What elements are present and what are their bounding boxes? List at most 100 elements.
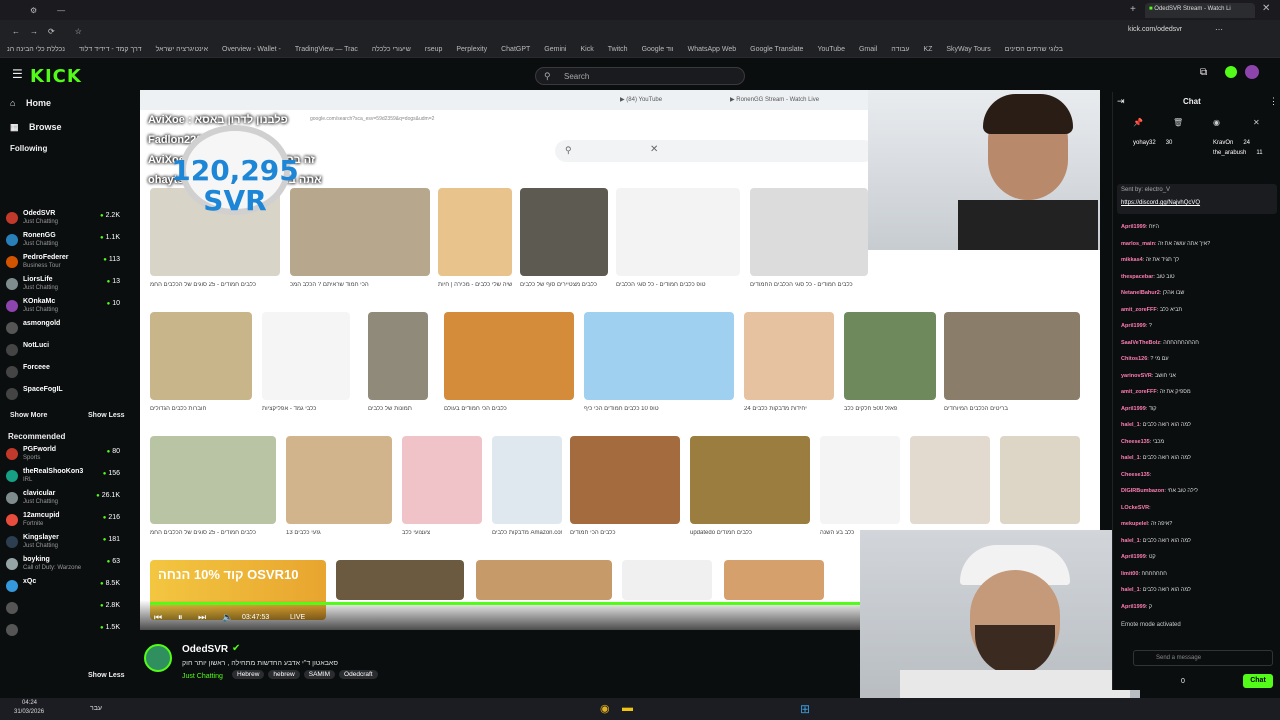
sidebar-channel[interactable]: Forceee xyxy=(6,364,124,386)
stream-tag[interactable]: hebrew xyxy=(268,670,300,679)
stream-tag[interactable]: Hebrew xyxy=(232,670,265,679)
bookmark-item[interactable]: Gemini xyxy=(544,46,566,53)
search-input[interactable]: ⚲ Search xyxy=(535,67,745,85)
sidebar-channel[interactable]: theRealShooKon3 IRL 156 xyxy=(6,468,124,490)
address-bar[interactable]: kick.com/odedsvr xyxy=(1128,26,1182,33)
bookmark-item[interactable]: Twitch xyxy=(608,46,628,53)
image-result[interactable] xyxy=(820,436,900,524)
pin-icon[interactable]: 📌 xyxy=(1133,118,1143,127)
reload-icon[interactable]: ⟳ xyxy=(48,27,55,36)
close-window-icon[interactable]: — xyxy=(57,6,65,15)
bookmark-item[interactable]: נכללת כלי הבינה הנ xyxy=(7,46,65,53)
chat-username[interactable]: amit_zoreFFF xyxy=(1121,307,1157,313)
bookmark-item[interactable]: עבודה xyxy=(891,46,909,53)
image-result[interactable] xyxy=(492,436,562,524)
sidebar-channel[interactable]: 12amcupid Fortnite 216 xyxy=(6,512,124,534)
chat-username[interactable]: LOckeSVR xyxy=(1121,505,1149,511)
image-result[interactable] xyxy=(438,188,512,276)
bookmark-item[interactable]: Google ווד xyxy=(642,46,674,53)
browser-menu-icon[interactable]: ⚙ xyxy=(30,6,37,15)
image-result[interactable] xyxy=(368,312,428,400)
bookmark-item[interactable]: Gmail xyxy=(859,46,877,53)
image-result[interactable] xyxy=(520,188,608,276)
chat-username[interactable]: Cheese135 xyxy=(1121,439,1150,445)
chat-username[interactable]: mikkas4 xyxy=(1121,257,1143,263)
sidebar-item-home[interactable]: ⌂ Home xyxy=(10,98,51,108)
image-result[interactable] xyxy=(750,188,868,276)
show-more-button[interactable]: Show More xyxy=(10,412,47,419)
bookmark-item[interactable]: Overview - Wallet - xyxy=(222,46,281,53)
bookmark-item[interactable]: דרך קמד - דידיד דלוד xyxy=(79,46,142,53)
chat-username[interactable]: halel_1 xyxy=(1121,538,1140,544)
sidebar-channel[interactable]: NotLuci xyxy=(6,342,124,364)
streamer-name[interactable]: OdedSVR xyxy=(182,644,228,655)
kick-logo[interactable]: KICK xyxy=(30,66,82,87)
bookmark-item[interactable]: אינטיגרציה ישראל xyxy=(156,46,208,53)
sidebar-channel[interactable]: PedroFederer Business Tour 113 xyxy=(6,254,124,276)
pinned-link[interactable]: https://discord.gg/NajvhQcVQ xyxy=(1121,200,1200,206)
image-result[interactable] xyxy=(336,560,464,600)
image-result[interactable] xyxy=(476,560,612,600)
image-result[interactable] xyxy=(616,188,740,276)
sidebar-channel[interactable]: boyking Call of Duty: Warzone 63 xyxy=(6,556,124,578)
chat-username[interactable]: marlos_main xyxy=(1121,241,1155,247)
image-result[interactable] xyxy=(690,436,810,524)
progress-bar[interactable] xyxy=(150,602,940,605)
collapse-chat-icon[interactable]: ⇥ xyxy=(1117,96,1125,107)
chat-username[interactable]: April1999 xyxy=(1121,604,1146,610)
sidebar-channel[interactable]: LiorsLife Just Chatting 13 xyxy=(6,276,124,298)
new-tab-icon[interactable]: + xyxy=(1130,4,1136,15)
chat-username[interactable]: mekupelel xyxy=(1121,521,1148,527)
sword-icon[interactable]: ✕ xyxy=(1253,118,1260,127)
hamburger-menu-icon[interactable]: ☰ xyxy=(12,67,23,81)
bookmark-item[interactable]: KZ xyxy=(923,46,932,53)
show-less-button[interactable]: Show Less xyxy=(88,412,125,419)
forward-icon[interactable]: → xyxy=(30,27,38,36)
image-result[interactable] xyxy=(1000,436,1080,524)
sidebar-channel[interactable]: Kingslayer Just Chatting 181 xyxy=(6,534,124,556)
bookmark-item[interactable]: YouTube xyxy=(817,46,845,53)
stream-category[interactable]: Just Chatting xyxy=(182,673,223,680)
stream-tag[interactable]: Odedcraft xyxy=(339,670,378,679)
streamer-avatar[interactable] xyxy=(144,644,172,672)
sidebar-channel[interactable]: 1.5K xyxy=(6,622,124,644)
bookmark-item[interactable]: שיעורי כלכלה xyxy=(372,46,411,53)
chat-username[interactable]: thespacebar xyxy=(1121,274,1153,280)
chat-username[interactable]: limit00 xyxy=(1121,571,1138,577)
image-result[interactable] xyxy=(570,436,680,524)
sidebar-channel[interactable]: SpaceFogIL xyxy=(6,386,124,408)
window-close-icon[interactable]: ✕ xyxy=(1262,3,1270,14)
chat-username[interactable]: April1999 xyxy=(1121,323,1146,329)
trash-icon[interactable]: 🗑 xyxy=(1173,118,1183,127)
image-result[interactable] xyxy=(724,560,824,600)
image-result[interactable] xyxy=(844,312,936,400)
folder-taskbar-icon[interactable]: ▬ xyxy=(622,702,633,714)
bookmark-item[interactable]: בלוגי שרתים הסינים xyxy=(1005,46,1063,53)
bookmark-item[interactable]: Google Translate xyxy=(750,46,803,53)
sidebar-channel[interactable]: OdedSVR Just Chatting 2.2K xyxy=(6,210,124,232)
bookmark-item[interactable]: WhatsApp Web xyxy=(688,46,737,53)
bubble-icon[interactable]: ◉ xyxy=(1213,118,1220,127)
bookmark-item[interactable]: SkyWay Tours xyxy=(946,46,990,53)
chat-username[interactable]: halel_1 xyxy=(1121,422,1140,428)
sidebar-channel[interactable]: 2.8K xyxy=(6,600,124,622)
show-less-button-2[interactable]: Show Less xyxy=(88,672,125,679)
chat-username[interactable]: halel_1 xyxy=(1121,587,1140,593)
chat-username[interactable]: halel_1 xyxy=(1121,455,1140,461)
chat-username[interactable]: April1999 xyxy=(1121,406,1146,412)
image-result[interactable] xyxy=(444,312,574,400)
chat-username[interactable]: amit_zoreFFF xyxy=(1121,389,1157,395)
bookmark-item[interactable]: rseup xyxy=(425,46,443,53)
image-result[interactable] xyxy=(150,436,276,524)
extension-icon[interactable]: ⋯ xyxy=(1215,25,1223,34)
start-icon[interactable]: ⊞ xyxy=(800,702,810,716)
chat-username[interactable]: April1999 xyxy=(1121,554,1146,560)
volume-icon[interactable]: 🔈 xyxy=(222,612,233,623)
image-result[interactable] xyxy=(944,312,1080,400)
image-result[interactable] xyxy=(286,436,392,524)
image-result[interactable] xyxy=(910,436,990,524)
pause-icon[interactable]: ⏸ xyxy=(178,612,183,623)
browser-tab[interactable]: ■ OdedSVR Stream - Watch Li xyxy=(1145,3,1255,18)
user-avatar[interactable] xyxy=(1245,65,1259,79)
kick-points-icon[interactable] xyxy=(1225,66,1237,78)
